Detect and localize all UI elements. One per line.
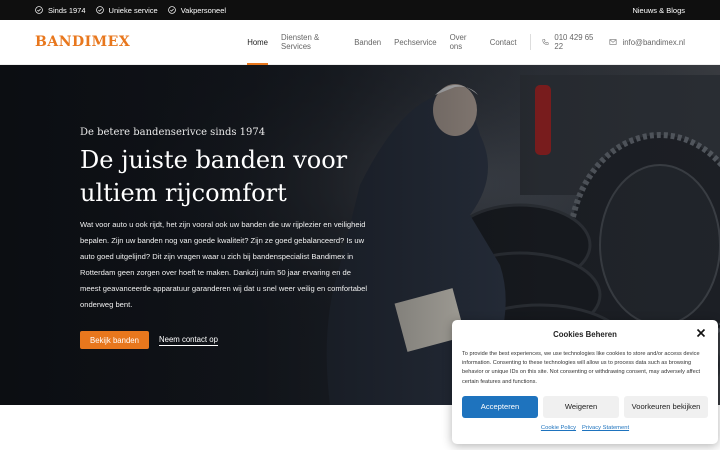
nav-item-diensten[interactable]: Diensten & Services — [281, 20, 341, 65]
check-circle-icon — [167, 6, 176, 14]
site-header: BANDIMEX Home Diensten & Services Banden… — [0, 20, 720, 65]
hero-cta: Bekijk banden Neem contact op — [80, 331, 370, 349]
deny-button[interactable]: Weigeren — [543, 395, 619, 418]
usp-label: Sinds 1974 — [48, 5, 86, 15]
phone-icon — [542, 38, 549, 46]
privacy-statement-link[interactable]: Privacy Statement — [582, 425, 629, 431]
news-blogs-link[interactable]: Nieuws & Blogs — [632, 6, 685, 15]
phone-link[interactable]: 010 429 65 22 — [542, 33, 597, 51]
hero-intro: Wat voor auto u ook rijdt, het zijn voor… — [80, 220, 368, 309]
nav-item-home[interactable]: Home — [247, 20, 268, 65]
check-circle-icon — [35, 6, 43, 14]
cookie-banner: Cookies Beheren To provide the best expe… — [452, 320, 718, 444]
check-circle-icon — [95, 6, 104, 14]
usp-label: Vakpersoneel — [180, 5, 227, 15]
nav-item-over-ons[interactable]: Over ons — [450, 20, 477, 65]
email-link[interactable]: info@bandimex.nl — [609, 38, 685, 47]
usp-item: Unieke service — [95, 5, 158, 15]
mail-icon — [609, 39, 617, 45]
phone-number: 010 429 65 22 — [554, 33, 594, 51]
email-address: info@bandimex.nl — [622, 37, 685, 47]
top-bar: Sinds 1974 Unieke service Vakpersoneel N… — [0, 0, 720, 20]
usp-item: Sinds 1974 — [35, 6, 86, 15]
header-contact: 010 429 65 22 info@bandimex.nl — [529, 33, 685, 51]
divider — [529, 34, 531, 50]
close-icon[interactable] — [696, 328, 706, 338]
usp-label: Unieke service — [108, 5, 158, 15]
preferences-button[interactable]: Voorkeuren bekijken — [624, 395, 708, 418]
view-tires-button[interactable]: Bekijk banden — [80, 331, 149, 349]
nav-item-pechservice[interactable]: Pechservice — [394, 20, 436, 65]
cookie-text: To provide the best experiences, we use … — [462, 351, 701, 385]
main-nav: Home Diensten & Services Banden Pechserv… — [247, 20, 529, 65]
nav-item-contact[interactable]: Contact — [490, 20, 517, 65]
nav-item-banden[interactable]: Banden — [354, 20, 381, 65]
bandimex-logo[interactable]: BANDIMEX — [35, 34, 130, 50]
hero-title: De juiste banden voor ultiem rijcomfort — [80, 146, 348, 207]
accept-button[interactable]: Accepteren — [462, 395, 538, 418]
usp-item: Vakpersoneel — [167, 5, 227, 15]
cookie-title: Cookies Beheren — [553, 330, 617, 339]
cookie-links: Cookie Policy Privacy Statement — [462, 425, 708, 431]
hero-subtitle: De betere bandenserivce sinds 1974 — [80, 127, 266, 138]
contact-link[interactable]: Neem contact op — [158, 335, 218, 346]
hero-content: De betere bandenserivce sinds 1974 De ju… — [80, 127, 370, 349]
cookie-buttons: Accepteren Weigeren Voorkeuren bekijken — [462, 395, 708, 418]
cookie-policy-link[interactable]: Cookie Policy — [541, 425, 576, 431]
